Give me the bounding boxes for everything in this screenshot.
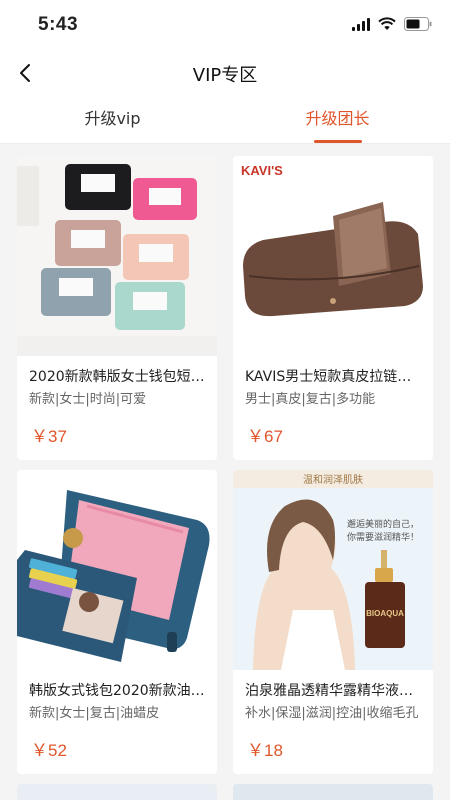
product-card[interactable]: 韩版女式钱包2020新款油… 新款|女士|复古|油蜡皮 ￥52 <box>17 470 217 774</box>
product-card[interactable]: KAVI'S KAVIS男士短款真皮拉链… 男士|真皮|复古|多功能 ￥67 <box>233 156 433 460</box>
product-card[interactable] <box>17 784 217 800</box>
ad-slogan-line1: 邂逅美丽的自己， <box>347 518 419 530</box>
signal-icon <box>352 17 370 31</box>
product-price: ￥67 <box>247 427 283 446</box>
ad-slogan-line2: 你需要滋润精华！ <box>347 531 419 543</box>
brand-logo: KAVI'S <box>241 163 283 178</box>
status-icons <box>352 17 432 31</box>
product-title: KAVIS男士短款真皮拉链… <box>245 369 412 385</box>
wifi-icon <box>378 17 396 31</box>
status-time: 5:43 <box>38 14 79 35</box>
product-tags: 新款|女士|时尚|可爱 <box>29 392 147 407</box>
product-card[interactable] <box>233 784 433 800</box>
product-title: 泊泉雅晶透精华露精华液… <box>245 683 413 699</box>
product-image <box>17 470 217 670</box>
product-image <box>17 784 217 800</box>
product-price: ￥52 <box>31 741 67 760</box>
product-image <box>233 784 433 800</box>
battery-icon <box>404 17 432 31</box>
product-image: 温和润泽肌肤 邂逅美丽的自己， 你需要滋润精华！ BIOAQUA <box>233 470 433 670</box>
product-card[interactable]: 2020新款韩版女士钱包短… 新款|女士|时尚|可爱 ￥37 <box>17 156 217 460</box>
product-image: KAVI'S <box>233 156 433 356</box>
bottle-label: BIOAQUA <box>366 609 404 618</box>
product-title: 2020新款韩版女士钱包短… <box>29 369 205 385</box>
tab-bar: 升级vip 升级团长 <box>0 96 450 144</box>
tab-upgrade-leader[interactable]: 升级团长 <box>225 96 450 143</box>
product-price: ￥37 <box>31 427 67 446</box>
page-title: VIP专区 <box>192 65 258 86</box>
tab-upgrade-vip[interactable]: 升级vip <box>0 96 225 143</box>
nav-bar: VIP专区 <box>0 50 450 96</box>
banner-text: 温和润泽肌肤 <box>303 473 363 486</box>
product-tags: 新款|女士|复古|油蜡皮 <box>29 706 160 721</box>
product-title: 韩版女式钱包2020新款油… <box>29 683 205 699</box>
product-image <box>17 156 217 356</box>
product-card[interactable]: 温和润泽肌肤 邂逅美丽的自己， 你需要滋润精华！ BIOAQUA 泊泉雅晶透精华… <box>233 470 433 774</box>
product-tags: 男士|真皮|复古|多功能 <box>245 392 376 407</box>
product-price: ￥18 <box>247 741 283 760</box>
status-bar: 5:43 <box>0 0 450 50</box>
product-tags: 补水|保湿|滋润|控油|收缩毛孔 <box>245 706 419 721</box>
